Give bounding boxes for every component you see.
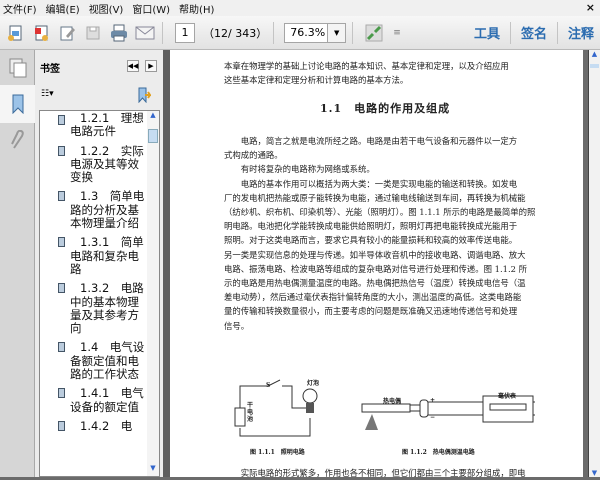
- expand-panel-icon[interactable]: ▶: [145, 60, 157, 72]
- plus-label: +: [430, 397, 436, 404]
- fullscreen-icon[interactable]: [363, 22, 385, 44]
- bookmark-list: 1.2.1 理想电路元件 1.2.2 实际电源及其等效变换 1.3 简单电路的分…: [39, 110, 160, 477]
- create-pdf-icon[interactable]: [4, 22, 26, 44]
- bookmark-icon: [58, 283, 65, 294]
- save-icon[interactable]: [82, 22, 104, 44]
- page-thumbnails-icon[interactable]: [0, 50, 35, 85]
- menu-edit[interactable]: 编辑(E): [43, 1, 86, 16]
- paragraph-line: 电路，简言之就是电流所经之路。电路是由若干电气设备和元器件以一定方: [224, 136, 518, 146]
- scroll-thumb[interactable]: [148, 129, 158, 143]
- sign-button[interactable]: 签名: [511, 23, 557, 42]
- bookmarks-panel-icon[interactable]: [0, 85, 35, 123]
- bookmark-icon: [58, 420, 65, 431]
- scroll-up-icon[interactable]: ▲: [589, 50, 600, 58]
- bookmark-item[interactable]: 1.4.1 电气设备的额定值: [40, 384, 159, 417]
- switch-label: S: [266, 382, 271, 389]
- paragraph-line: 式构成的通路。: [224, 150, 283, 161]
- scroll-down-icon[interactable]: ▼: [589, 469, 600, 477]
- divider: [352, 21, 354, 44]
- document-scrollbar[interactable]: ▲ ▼: [588, 50, 600, 477]
- edit-icon[interactable]: [56, 22, 78, 44]
- scroll-thumb[interactable]: [590, 64, 599, 68]
- paragraph-line: 信号。: [224, 320, 250, 331]
- paragraph-line: （纺纱机、织布机、印染机等）、光能（照明灯）。图 1.1.1 所示的电路是最简单…: [224, 207, 536, 217]
- bookmarks-panel: 书签 ◀◀ ▶ ☷▾ 1.2.1 理想电路元件 1.2.2 实际电源及其等效变换…: [35, 50, 163, 477]
- bookmark-item[interactable]: 1.2.2 实际电源及其等效变换: [40, 142, 159, 188]
- menu-file[interactable]: 文件(F): [0, 1, 43, 16]
- collapse-panel-icon[interactable]: ◀◀: [127, 60, 139, 72]
- bookmark-icon: [58, 388, 65, 399]
- paragraph-line: 实际电路的形式繁多，作用也各不相同，但它们都由三个主要部分组成，即电: [224, 468, 526, 478]
- zoom-input[interactable]: 76.3%: [284, 22, 329, 43]
- intro-line: 本章在物理学的基础上讨论电路的基本知识、基本定律和定理，以及介绍应用: [224, 61, 509, 71]
- section-heading: 1.1 电路的作用及组成: [320, 102, 451, 115]
- comment-button[interactable]: 注释: [558, 23, 600, 42]
- export-pdf-icon[interactable]: [30, 22, 52, 44]
- minus-label: −: [430, 414, 436, 421]
- menu-help[interactable]: 帮助(H): [176, 1, 220, 16]
- paragraph-line: 电路、振荡电路、检波电路等组成的复杂电路对信号进行处理和传递。图 1.1.2 所: [224, 263, 528, 274]
- scroll-up-icon[interactable]: ▲: [147, 111, 159, 123]
- bookmark-item[interactable]: 1.4 电气设备额定值和电路的工作状态: [40, 338, 159, 384]
- paragraph-line: 量的传输和转换数量很小，而主要考虑的问题是既准确又迅速地传递信号和处理: [224, 306, 518, 317]
- bookmark-item[interactable]: 1.2.1 理想电路元件: [40, 111, 159, 142]
- toolbar: 1 （12/ 343） 76.3% ▼ ≡ 工具 签名 注释: [0, 16, 600, 50]
- paragraph-line: 差电动势），然后通过毫伏表指针偏转角度的大小，测出温度的高低。这类电路能: [224, 292, 522, 303]
- zoom-dropdown-chevron-icon[interactable]: ▼: [328, 22, 347, 43]
- paragraph-line: 照明。对于这类电路而言，要求它具有较小的能量损耗和较高的效率传送电能。: [224, 235, 518, 246]
- bookmark-item[interactable]: 1.3.2 电路中的基本物理量及其参考方向: [40, 279, 159, 338]
- battery-label: 干电池: [247, 402, 254, 423]
- figure-1-caption: 图 1.1.1 照明电路: [250, 449, 305, 456]
- document-page: 本章在物理学的基础上讨论电路的基本知识、基本定律和定理，以及介绍应用 这些基本定…: [170, 50, 583, 478]
- figure-2-caption: 图 1.1.2 热电偶测温电路: [402, 449, 475, 456]
- paragraph-line: 有时将复杂的电路称为网络或系统。: [224, 164, 375, 175]
- expand-bookmark-icon[interactable]: [137, 87, 152, 106]
- lamp-label: 灯泡: [307, 380, 320, 387]
- thermocouple-label: 热电偶: [383, 398, 402, 405]
- bookmark-icon: [58, 145, 65, 156]
- page-count: （12/ 343）: [203, 26, 268, 40]
- bookmark-item[interactable]: 1.3 简单电路的分析及基本物理量介绍: [40, 187, 159, 233]
- bookmark-icon: [58, 115, 65, 125]
- navigation-pane: [0, 50, 35, 477]
- bookmark-icon: [58, 342, 65, 353]
- divider: [273, 21, 275, 44]
- bookmark-scrollbar[interactable]: ▲ ▼: [147, 111, 159, 476]
- paragraph-line: 另一类是实现信息的处理与传递。如半导体收音机中的接收电路、调谐电路、放大: [224, 249, 526, 260]
- scroll-down-icon[interactable]: ▼: [147, 464, 159, 476]
- paragraph-line: 电路的基本作用可以概括为两大类：一类是实现电能的输送和转换。如发电: [224, 178, 518, 189]
- paragraph-line: 厂的发电机把热能或原子能转换为电能，通过输电线输送到车间，再转换为机械能: [224, 192, 526, 203]
- millivoltmeter-label: 毫伏表: [498, 393, 517, 400]
- page-number-input[interactable]: 1: [175, 22, 195, 43]
- bookmark-options-icon[interactable]: ☷▾: [41, 89, 54, 99]
- tools-button[interactable]: 工具: [464, 23, 510, 42]
- paragraph-line: 示的电路是用热电偶测量温度的电路。热电偶把热信号（温度）转换成电信号（温: [224, 278, 526, 288]
- bookmark-item[interactable]: 1.3.1 简单电路和复杂电路: [40, 233, 159, 279]
- menu-bar: 文件(F) 编辑(E) 视图(V) 窗口(W) 帮助(H) ×: [0, 0, 600, 16]
- panel-splitter[interactable]: [163, 50, 170, 477]
- close-icon[interactable]: ×: [586, 1, 595, 14]
- print-icon[interactable]: [108, 22, 130, 44]
- menu-view[interactable]: 视图(V): [86, 1, 130, 16]
- divider: [162, 21, 163, 44]
- bookmarks-title: 书签: [40, 64, 60, 75]
- email-icon[interactable]: [134, 22, 156, 44]
- attachments-icon[interactable]: [0, 123, 35, 158]
- bookmark-item[interactable]: 1.4.2 电: [40, 417, 159, 436]
- toolbar-options-icon[interactable]: ≡: [393, 28, 401, 38]
- menu-window[interactable]: 窗口(W): [129, 1, 176, 16]
- bookmark-icon: [58, 191, 65, 202]
- paragraph-line: 明电路。电池把化学能转换成电能供给照明灯，照明灯再把电能转换成光能用于: [224, 221, 518, 232]
- bookmark-icon: [58, 237, 65, 248]
- intro-line: 这些基本定律和定理分析和计算电路的基本方法。: [224, 75, 409, 85]
